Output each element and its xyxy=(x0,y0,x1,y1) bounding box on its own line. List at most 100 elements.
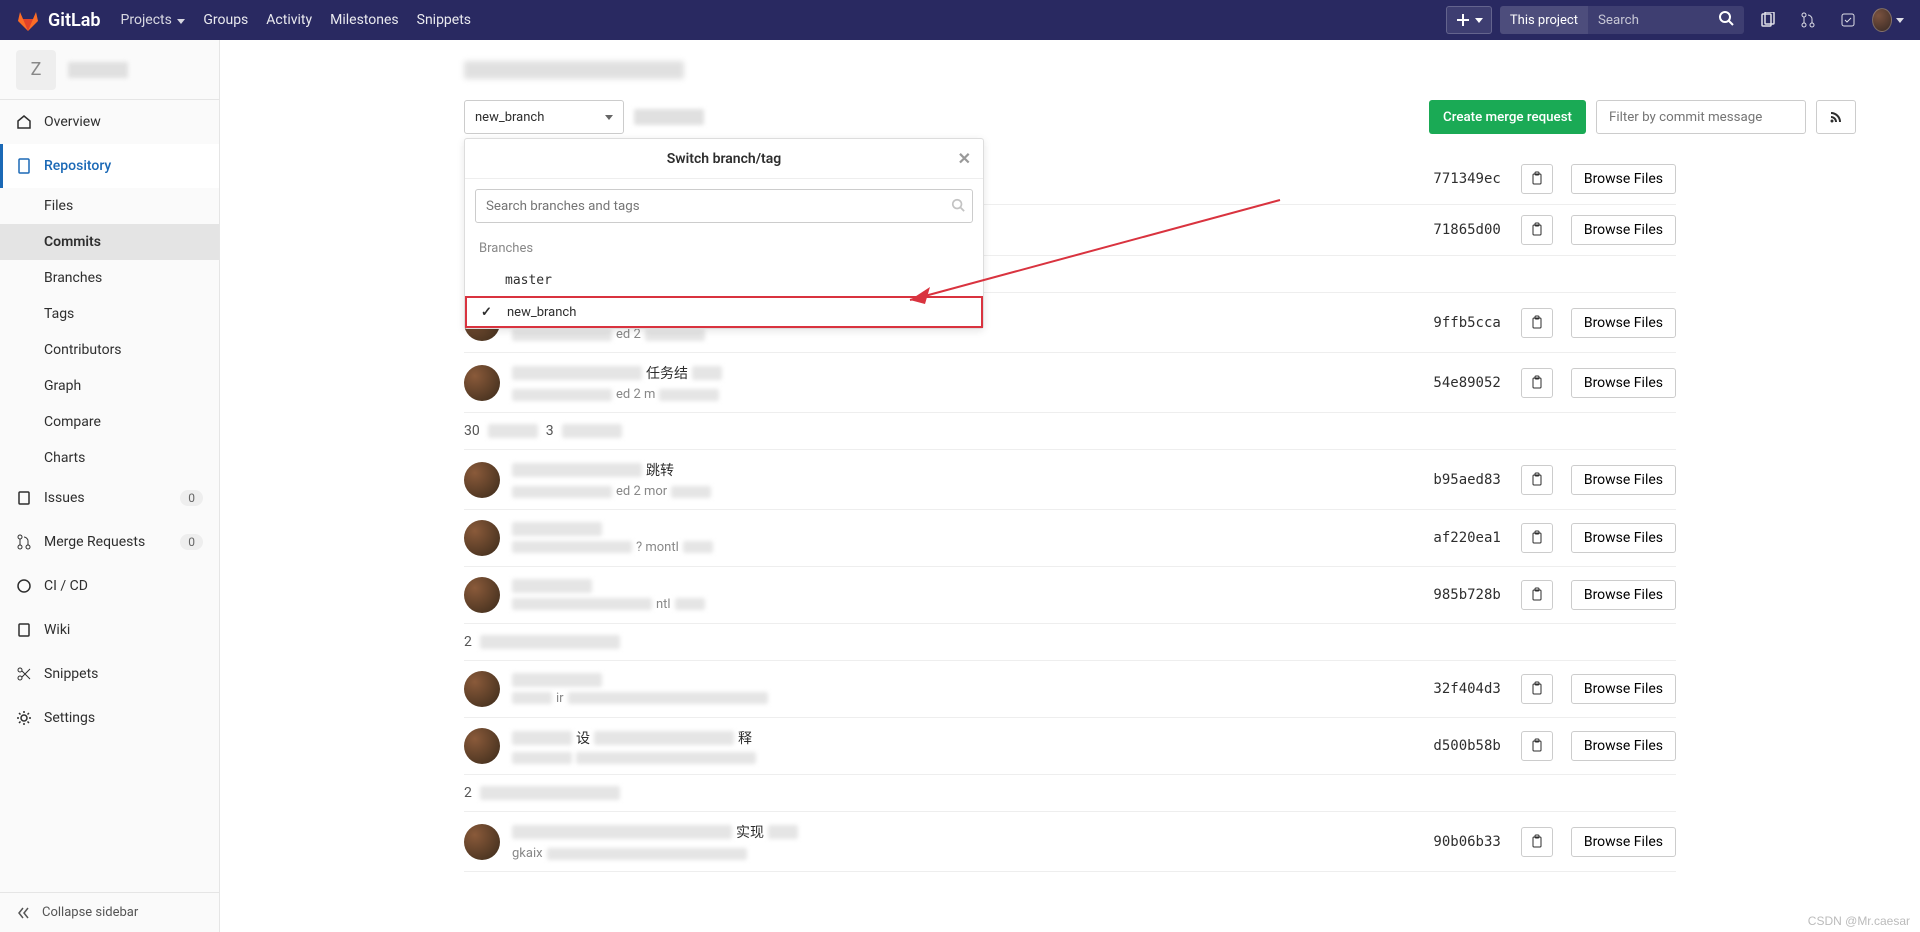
todo-icon xyxy=(1840,12,1856,28)
breadcrumb xyxy=(244,40,1896,100)
commit-sha: 54e89052 xyxy=(1433,375,1500,391)
nav-groups[interactable]: Groups xyxy=(203,12,248,28)
author-avatar[interactable] xyxy=(464,520,500,556)
sidebar-sub-commits[interactable]: Commits xyxy=(0,224,219,260)
sidebar-sub-contributors[interactable]: Contributors xyxy=(0,332,219,368)
browse-files-button[interactable]: Browse Files xyxy=(1571,523,1676,553)
sidebar-item-repository[interactable]: Repository xyxy=(0,144,219,188)
merge-icon xyxy=(16,534,32,550)
browse-files-button[interactable]: Browse Files xyxy=(1571,215,1676,245)
new-dropdown-button[interactable] xyxy=(1446,6,1492,34)
nav-activity[interactable]: Activity xyxy=(266,12,312,28)
close-icon[interactable]: ✕ xyxy=(958,149,971,168)
gitlab-logo-icon xyxy=(16,8,40,32)
rss-icon xyxy=(1828,109,1844,125)
copy-sha-button[interactable] xyxy=(1521,308,1553,338)
commit-sha: b95aed83 xyxy=(1433,472,1500,488)
search-input[interactable] xyxy=(1588,6,1708,34)
branch-dropdown-toggle[interactable]: new_branch xyxy=(464,100,624,134)
global-search: This project xyxy=(1500,6,1744,34)
copy-sha-button[interactable] xyxy=(1521,523,1553,553)
copy-sha-button[interactable] xyxy=(1521,215,1553,245)
nav-snippets[interactable]: Snippets xyxy=(417,12,471,28)
commit-row: ir 32f404d3 Browse Files xyxy=(464,661,1676,718)
mr-count-badge: 0 xyxy=(180,534,203,550)
author-avatar[interactable] xyxy=(464,577,500,613)
project-identicon: Z xyxy=(16,50,56,90)
user-menu[interactable] xyxy=(1872,4,1904,36)
branch-option-master[interactable]: master xyxy=(465,264,983,296)
commit-row: 设释 d500b58b Browse Files xyxy=(464,718,1676,775)
clipboard-icon xyxy=(1529,681,1545,697)
browse-files-button[interactable]: Browse Files xyxy=(1571,368,1676,398)
clipboard-icon xyxy=(1529,222,1545,238)
sidebar-sub-charts[interactable]: Charts xyxy=(0,440,219,476)
create-merge-request-button[interactable]: Create merge request xyxy=(1429,100,1586,134)
commit-sha: 985b728b xyxy=(1433,587,1500,603)
copy-sha-button[interactable] xyxy=(1521,731,1553,761)
copy-sha-button[interactable] xyxy=(1521,164,1553,194)
author-avatar[interactable] xyxy=(464,824,500,860)
sidebar-sub-tags[interactable]: Tags xyxy=(0,296,219,332)
project-name-redacted xyxy=(68,62,128,78)
browse-files-button[interactable]: Browse Files xyxy=(1571,580,1676,610)
sidebar-sub-graph[interactable]: Graph xyxy=(0,368,219,404)
browse-files-button[interactable]: Browse Files xyxy=(1571,827,1676,857)
check-icon: ✓ xyxy=(481,305,492,320)
merge-requests-shortcut[interactable] xyxy=(1792,4,1824,36)
branch-option-new-branch[interactable]: ✓ new_branch xyxy=(465,296,983,328)
sidebar-sub-branches[interactable]: Branches xyxy=(0,260,219,296)
main-content: new_branch Create merge request Switch b… xyxy=(220,40,1920,932)
search-scope[interactable]: This project xyxy=(1500,6,1588,34)
author-avatar[interactable] xyxy=(464,365,500,401)
copy-sha-button[interactable] xyxy=(1521,368,1553,398)
sidebar-item-merge-requests[interactable]: Merge Requests0 xyxy=(0,520,219,564)
commit-sha: af220ea1 xyxy=(1433,530,1500,546)
author-avatar[interactable] xyxy=(464,671,500,707)
branch-dropdown-panel: Switch branch/tag ✕ Branches master ✓ ne… xyxy=(464,138,984,329)
todos-shortcut[interactable] xyxy=(1832,4,1864,36)
collapse-sidebar[interactable]: Collapse sidebar xyxy=(0,892,219,932)
nav-links: Projects Groups Activity Milestones Snip… xyxy=(121,12,472,28)
commit-row: 任务结 ed 2 m 54e89052 Browse Files xyxy=(464,353,1676,413)
search-button[interactable] xyxy=(1708,10,1744,30)
sidebar-item-wiki[interactable]: Wiki xyxy=(0,608,219,652)
commit-date-header: 2 xyxy=(464,624,1676,661)
nav-projects[interactable]: Projects xyxy=(121,12,186,28)
issues-shortcut[interactable] xyxy=(1752,4,1784,36)
dropdown-section-branches: Branches xyxy=(465,233,983,264)
sidebar-sub-files[interactable]: Files xyxy=(0,188,219,224)
home-icon xyxy=(16,114,32,130)
browse-files-button[interactable]: Browse Files xyxy=(1571,674,1676,704)
browse-files-button[interactable]: Browse Files xyxy=(1571,308,1676,338)
browse-files-button[interactable]: Browse Files xyxy=(1571,465,1676,495)
nav-milestones[interactable]: Milestones xyxy=(330,12,399,28)
copy-sha-button[interactable] xyxy=(1521,827,1553,857)
watermark: CSDN @Mr.caesar xyxy=(1808,914,1910,928)
filter-commits-input[interactable] xyxy=(1596,100,1806,134)
commit-date-header: 2 xyxy=(464,775,1676,812)
dropdown-search-input[interactable] xyxy=(475,189,973,223)
rss-button[interactable] xyxy=(1816,100,1856,134)
sidebar-item-settings[interactable]: Settings xyxy=(0,696,219,740)
author-avatar[interactable] xyxy=(464,728,500,764)
browse-files-button[interactable]: Browse Files xyxy=(1571,164,1676,194)
sidebar-item-cicd[interactable]: CI / CD xyxy=(0,564,219,608)
author-avatar[interactable] xyxy=(464,462,500,498)
sidebar-item-snippets[interactable]: Snippets xyxy=(0,652,219,696)
copy-sha-button[interactable] xyxy=(1521,465,1553,495)
copy-sha-button[interactable] xyxy=(1521,580,1553,610)
sidebar-item-overview[interactable]: Overview xyxy=(0,100,219,144)
browse-files-button[interactable]: Browse Files xyxy=(1571,731,1676,761)
project-header[interactable]: Z xyxy=(0,40,219,100)
clipboard-icon xyxy=(1529,587,1545,603)
sidebar-item-issues[interactable]: Issues0 xyxy=(0,476,219,520)
path-redacted xyxy=(634,109,704,125)
clipboard-icon xyxy=(1529,530,1545,546)
rocket-icon xyxy=(16,578,32,594)
search-icon xyxy=(951,198,965,212)
copy-sha-button[interactable] xyxy=(1521,674,1553,704)
clipboard-icon xyxy=(1529,171,1545,187)
commit-date-header: 303 xyxy=(464,413,1676,450)
sidebar-sub-compare[interactable]: Compare xyxy=(0,404,219,440)
